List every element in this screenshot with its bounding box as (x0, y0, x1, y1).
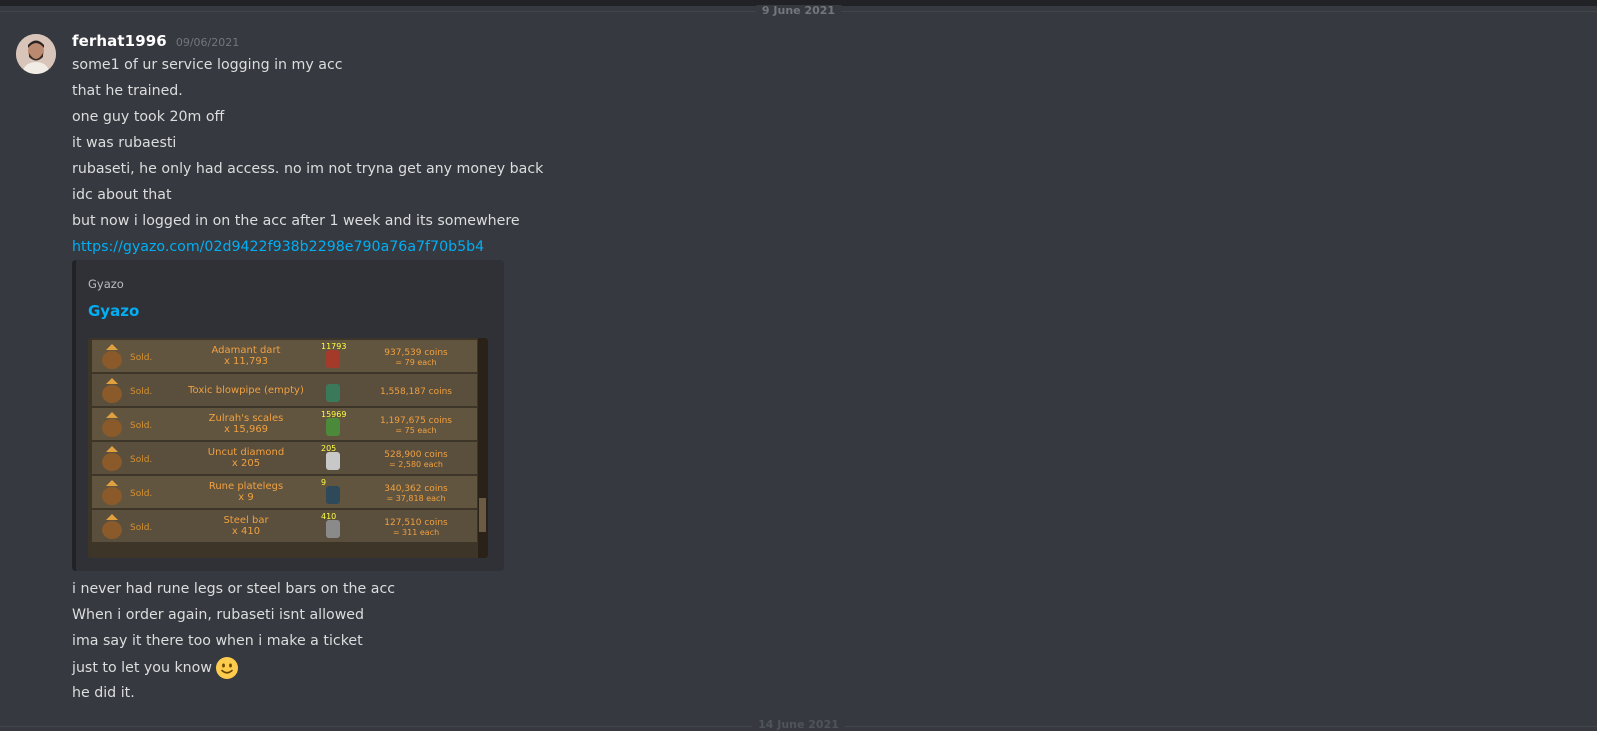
ge-item-qty: x 15,969 (224, 424, 268, 435)
ge-item-count: 15969 (321, 410, 346, 419)
message-text: just to let you know (72, 660, 212, 676)
ge-coins: 340,362 coins (384, 484, 448, 494)
ge-history-screenshot: Sold. Adamant dartx 11,793 11793 937,539 co… (88, 338, 488, 558)
ge-item-qty: x 205 (232, 458, 260, 469)
diamond-icon (326, 452, 340, 470)
embed-image[interactable]: Sold. Adamant dart x 11,793 11793 937,539 co… (88, 338, 488, 558)
ge-item-count: 410 (321, 512, 336, 521)
message-line: When i order again, rubaseti isnt allowe… (72, 607, 365, 623)
message-line: some1 of ur service logging in my acc (72, 57, 343, 73)
gyazo-link[interactable]: https://gyazo.com/02d9422f938b2298e790a7… (72, 238, 484, 256)
slightly-smiling-face-icon[interactable] (215, 656, 239, 680)
steel-bar-icon (326, 520, 340, 538)
ge-item-count: 11793 (321, 342, 346, 351)
ge-row: Sold. Rune platelegsx 9 9 340,362 coins= 37… (92, 476, 477, 508)
ge-coins: 937,539 coins (384, 348, 448, 358)
ge-scrollbar-thumb[interactable] (479, 498, 486, 532)
ge-row: Sold. Zulrah's scalesx 15,969 15969 1,197,6… (92, 408, 477, 440)
ge-coins: 127,510 coins (384, 518, 448, 528)
message-header: ferhat1996 09/06/2021 (72, 32, 239, 54)
ge-each-price: = 75 each (395, 426, 436, 435)
ge-row-status: Sold. (130, 489, 152, 499)
ge-item-name: Toxic blowpipe (empty) (187, 385, 304, 396)
ge-item-name: Rune platelegs (209, 481, 283, 492)
message-timestamp: 09/06/2021 (175, 36, 240, 49)
ge-coins: 1,558,187 coins (380, 387, 452, 397)
scales-icon (326, 418, 340, 436)
ge-each-price: = 311 each (393, 528, 439, 537)
ge-item-count: 9 (321, 478, 326, 487)
ge-row-status: Sold. (130, 421, 152, 431)
ge-item-qty: x 410 (232, 526, 260, 537)
embed-provider: Gyazo (88, 277, 124, 291)
ge-each-price: = 37,818 each (386, 494, 445, 503)
ge-coins: 528,900 coins (384, 450, 448, 460)
dart-icon (326, 350, 340, 368)
message-line: rubaseti, he only had access. no im not … (72, 161, 544, 177)
ge-row-status: Sold. (130, 455, 152, 465)
ge-item-count: 205 (321, 444, 336, 453)
message-line: idc about that (72, 187, 172, 203)
message-line: one guy took 20m off (72, 109, 225, 125)
avatar-image (16, 34, 56, 74)
ge-row-status: Sold. (130, 523, 152, 533)
date-divider-label: 14 June 2021 (752, 719, 845, 731)
message-line-with-emoji: just to let you know (72, 656, 239, 680)
ge-each-price: = 2,580 each (389, 460, 443, 469)
ge-row: Sold. Steel barx 410 410 127,510 coins= 311… (92, 510, 477, 542)
avatar[interactable] (16, 34, 56, 74)
username[interactable]: ferhat1996 (72, 32, 167, 50)
ge-item-name: Adamant dart (212, 345, 281, 356)
ge-row: Sold. Uncut diamondx 205 205 528,900 coins=… (92, 442, 477, 474)
date-divider-label: 9 June 2021 (755, 5, 842, 17)
ge-row-status: Sold. (130, 387, 152, 397)
message-line: but now i logged in on the acc after 1 w… (72, 213, 520, 229)
date-divider: 9 June 2021 (0, 5, 1597, 17)
ge-row: Sold. Toxic blowpipe (empty) 1,558,187 coi… (92, 374, 477, 406)
ge-row-status: Sold. (130, 353, 152, 363)
message-line: he did it. (72, 685, 135, 701)
embed-title[interactable]: Gyazo (88, 302, 139, 320)
message-line: ima say it there too when i make a ticke… (72, 633, 363, 649)
ge-item-name: Zulrah's scales (209, 413, 284, 424)
ge-coins: 1,197,675 coins (380, 416, 452, 426)
message-line: it was rubaesti (72, 135, 177, 151)
blowpipe-icon (326, 384, 340, 402)
message-line: that he trained. (72, 83, 183, 99)
ge-each-price: = 79 each (395, 358, 436, 367)
ge-item-name: Uncut diamond (208, 447, 284, 458)
ge-item-name: Steel bar (223, 515, 269, 526)
platelegs-icon (326, 486, 340, 504)
ge-item-qty: x 11,793 (224, 356, 268, 367)
link-embed: Gyazo Gyazo Sold. Adamant dart x 11,793 117… (72, 260, 504, 571)
ge-item-qty: x 9 (238, 492, 253, 503)
ge-row: Sold. Adamant dartx 11,793 11793 937,539 co… (92, 340, 477, 372)
message-line: i never had rune legs or steel bars on t… (72, 581, 396, 597)
